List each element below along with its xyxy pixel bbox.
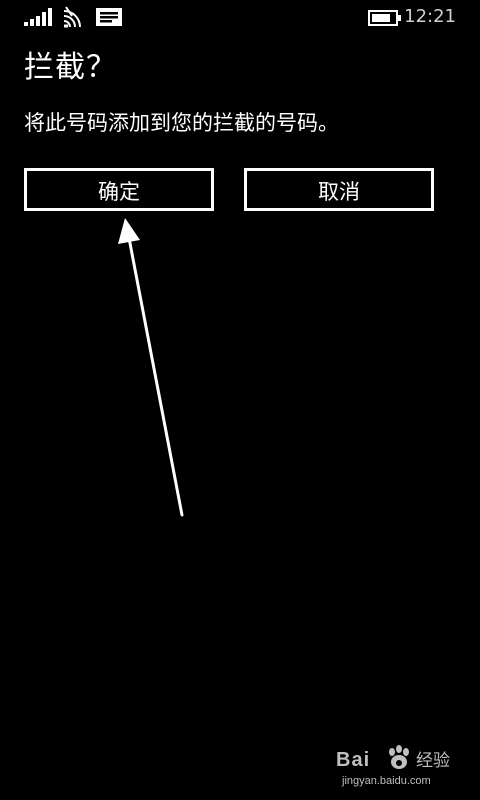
status-clock: 12:21 bbox=[404, 6, 456, 27]
annotation-arrow bbox=[118, 218, 184, 517]
watermark-brand: Bai bbox=[336, 749, 371, 771]
watermark-url: jingyan.baidu.com bbox=[342, 775, 431, 787]
confirm-button[interactable]: 确定 bbox=[24, 168, 214, 211]
baidu-watermark: Bai 经验 jingyan.baidu.com bbox=[336, 744, 466, 794]
dialog-title: 拦截？ bbox=[24, 50, 117, 85]
watermark-product: 经验 bbox=[416, 751, 450, 771]
battery-icon bbox=[368, 10, 401, 26]
status-bar: 12:21 bbox=[0, 0, 480, 34]
cancel-button[interactable]: 取消 bbox=[244, 168, 434, 211]
message-icon bbox=[96, 8, 122, 26]
wifi-icon bbox=[63, 6, 81, 28]
dialog-message: 将此号码添加到您的拦截的号码。 bbox=[24, 111, 339, 135]
signal-icon bbox=[24, 8, 52, 26]
paw-icon bbox=[389, 745, 409, 769]
